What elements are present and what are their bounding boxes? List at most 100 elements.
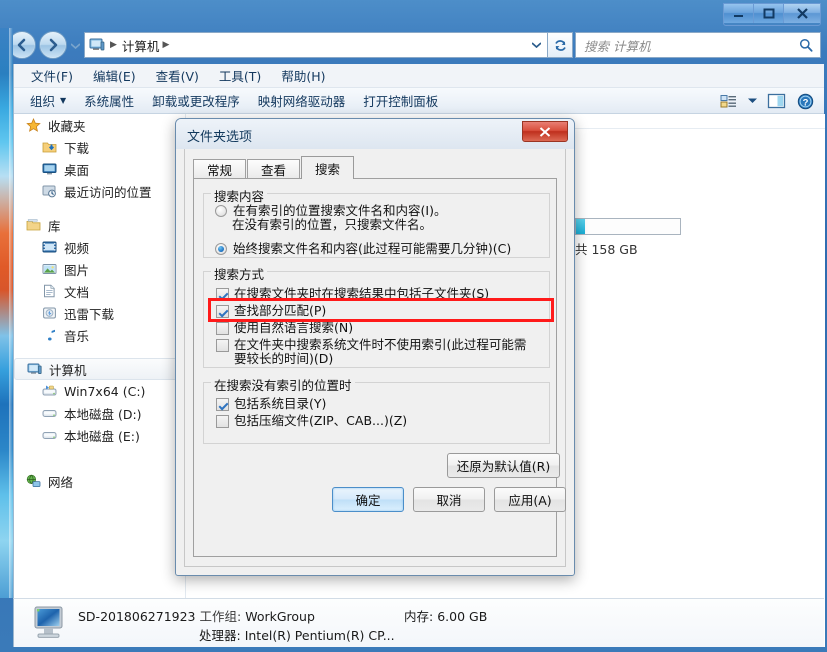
nav-item-downloads[interactable]: 下载 bbox=[14, 136, 184, 158]
nav-label: 库 bbox=[48, 218, 61, 234]
view-list-icon[interactable] bbox=[715, 90, 741, 112]
radio-always-search[interactable]: 始终搜索文件名和内容(此过程可能需要几分钟)(C) bbox=[215, 242, 545, 256]
nav-item-drive-d[interactable]: 本地磁盘 (D:) bbox=[14, 402, 184, 424]
nav-section-libraries[interactable]: 库 bbox=[14, 214, 184, 236]
group-non-indexed-legend: 在搜索没有索引的位置时 bbox=[211, 375, 355, 394]
menu-tools[interactable]: 工具(T) bbox=[209, 64, 271, 87]
nav-item-videos[interactable]: 视频 bbox=[14, 236, 184, 258]
search-box[interactable]: 搜索 计算机 bbox=[575, 32, 821, 58]
downloads-folder-icon bbox=[42, 140, 60, 154]
radio-button[interactable] bbox=[215, 243, 227, 255]
breadcrumb-separator-2[interactable]: ▶ bbox=[162, 40, 169, 50]
forward-button[interactable] bbox=[39, 31, 67, 59]
help-icon[interactable]: ? bbox=[792, 90, 818, 112]
nav-label: 计算机 bbox=[49, 362, 87, 378]
toolbar-system-properties[interactable]: 系统属性 bbox=[75, 89, 143, 112]
view-dropdown-button[interactable] bbox=[744, 90, 760, 112]
menu-edit[interactable]: 编辑(E) bbox=[83, 64, 146, 87]
refresh-button[interactable] bbox=[547, 32, 573, 58]
nav-item-music[interactable]: 音乐 bbox=[14, 324, 184, 346]
preview-pane-icon[interactable] bbox=[763, 90, 789, 112]
search-input[interactable]: 搜索 计算机 bbox=[584, 36, 799, 55]
checkbox[interactable] bbox=[216, 339, 229, 352]
checkbox[interactable] bbox=[216, 288, 229, 301]
network-icon bbox=[26, 474, 44, 488]
minimize-button[interactable] bbox=[724, 4, 754, 23]
command-toolbar: 组织 ▼ 系统属性 卸载或更改程序 映射网络驱动器 打开控制面板 ? bbox=[14, 88, 824, 114]
minimize-icon bbox=[734, 15, 743, 17]
checkbox-no-index-system-files[interactable]: 在文件夹中搜索系统文件时不使用索引(此过程可能需要较长的时间)(D) bbox=[216, 338, 536, 366]
maximize-button[interactable] bbox=[754, 4, 784, 23]
menu-view[interactable]: 查看(V) bbox=[146, 64, 209, 87]
dialog-close-button[interactable] bbox=[522, 121, 568, 142]
computer-icon bbox=[89, 38, 105, 52]
nav-section-network[interactable]: 网络 bbox=[14, 470, 184, 492]
status-memory: 内存: 6.00 GB bbox=[404, 606, 487, 625]
nav-label: 文档 bbox=[64, 284, 90, 300]
checkbox[interactable] bbox=[216, 322, 229, 335]
checkbox-partial-matches-label: 查找部分匹配(P) bbox=[234, 303, 327, 318]
nav-label: Win7x64 (C:) bbox=[64, 383, 146, 399]
nav-item-desktop[interactable]: 桌面 bbox=[14, 158, 184, 180]
nav-label: 本地磁盘 (E:) bbox=[64, 428, 140, 444]
checkbox-natural-language[interactable]: 使用自然语言搜索(N) bbox=[216, 321, 546, 335]
toolbar-map-network-drive[interactable]: 映射网络驱动器 bbox=[249, 89, 355, 112]
nav-item-documents[interactable]: 文档 bbox=[14, 280, 184, 302]
nav-label: 音乐 bbox=[64, 328, 90, 344]
nav-section-computer[interactable]: 计算机 bbox=[14, 358, 178, 380]
computer-large-icon bbox=[31, 605, 69, 644]
navigation-pane[interactable]: 收藏夹 下载 桌面 最近访问的位置 库 视频 图片 文档 迅雷下载 音乐 计算机… bbox=[14, 114, 184, 647]
nav-item-drive-e[interactable]: 本地磁盘 (E:) bbox=[14, 424, 184, 446]
radio-indexed-locations[interactable]: 在有索引的位置搜索文件名和内容(I)。 在没有索引的位置，只搜索文件名。 bbox=[215, 204, 545, 232]
disk-usage-fill bbox=[576, 219, 585, 234]
menu-file[interactable]: 文件(F) bbox=[21, 64, 83, 87]
nav-item-thunder-download[interactable]: 迅雷下载 bbox=[14, 302, 184, 324]
toolbar-organize[interactable]: 组织 ▼ bbox=[21, 89, 75, 112]
checkbox-include-subfolders[interactable]: 在搜索文件夹时在搜索结果中包括子文件夹(S) bbox=[216, 287, 546, 301]
nav-section-favorites[interactable]: 收藏夹 bbox=[14, 114, 184, 136]
checkbox[interactable] bbox=[216, 415, 229, 428]
tab-search[interactable]: 搜索 bbox=[301, 156, 355, 179]
disk-capacity-label: 共 158 GB bbox=[575, 242, 638, 257]
menu-bar: 文件(F) 编辑(E) 查看(V) 工具(T) 帮助(H) bbox=[14, 64, 824, 88]
menu-help[interactable]: 帮助(H) bbox=[271, 64, 335, 87]
nav-label: 本地磁盘 (D:) bbox=[64, 406, 142, 422]
close-button[interactable] bbox=[784, 4, 820, 23]
apply-button[interactable]: 应用(A) bbox=[494, 487, 566, 512]
address-row: ▶ 计算机 ▶ 搜索 计算机 bbox=[0, 28, 827, 64]
nav-item-pictures[interactable]: 图片 bbox=[14, 258, 184, 280]
refresh-icon bbox=[554, 39, 566, 51]
checkbox-include-system-directories[interactable]: 包括系统目录(Y) bbox=[216, 397, 546, 411]
breadcrumb-computer[interactable]: 计算机 bbox=[122, 36, 160, 55]
address-dropdown-button[interactable] bbox=[525, 32, 548, 58]
restore-defaults-button[interactable]: 还原为默认值(R) bbox=[447, 453, 560, 478]
toolbar-right-group: ? bbox=[715, 90, 818, 112]
radio-button[interactable] bbox=[215, 205, 227, 217]
library-icon bbox=[26, 218, 44, 232]
status-processor-label: 处理器: bbox=[199, 628, 241, 643]
nav-item-recent-places[interactable]: 最近访问的位置 bbox=[14, 180, 184, 202]
toolbar-open-control-panel[interactable]: 打开控制面板 bbox=[354, 89, 447, 112]
checkbox[interactable] bbox=[216, 398, 229, 411]
chevron-down-icon bbox=[531, 42, 541, 48]
tab-view[interactable]: 查看 bbox=[247, 159, 301, 179]
toolbar-uninstall-change-program[interactable]: 卸载或更改程序 bbox=[143, 89, 249, 112]
nav-label: 图片 bbox=[64, 262, 90, 278]
ok-button[interactable]: 确定 bbox=[332, 487, 404, 512]
cancel-button[interactable]: 取消 bbox=[413, 487, 485, 512]
tab-general[interactable]: 常规 bbox=[193, 159, 247, 179]
status-bar: SD-201806271923 工作组: WorkGroup 内存: 6.00 … bbox=[13, 598, 824, 647]
checkbox[interactable] bbox=[216, 305, 229, 318]
nav-item-drive-c[interactable]: Win7x64 (C:) bbox=[14, 380, 184, 402]
checkbox-partial-matches[interactable]: 查找部分匹配(P) bbox=[216, 304, 546, 318]
search-icon[interactable] bbox=[799, 38, 813, 52]
address-bar[interactable]: ▶ 计算机 ▶ bbox=[84, 32, 540, 58]
radio-always-search-label: 始终搜索文件名和内容(此过程可能需要几分钟)(C) bbox=[233, 241, 512, 256]
history-dropdown-button[interactable] bbox=[69, 41, 81, 51]
nav-label: 视频 bbox=[64, 240, 90, 256]
status-memory-value: 6.00 GB bbox=[437, 609, 488, 624]
folder-options-dialog[interactable]: 文件夹选项 常规 查看 搜索 搜索内容 在有索引的位置搜索文件名和内容(I)。 … bbox=[175, 118, 575, 576]
radio-indexed-label-line1: 在有索引的位置搜索文件名和内容(I)。 bbox=[233, 203, 447, 218]
checkbox-include-compressed-files[interactable]: 包括压缩文件(ZIP、CAB...)(Z) bbox=[216, 414, 546, 428]
window-titlebar bbox=[0, 0, 827, 28]
